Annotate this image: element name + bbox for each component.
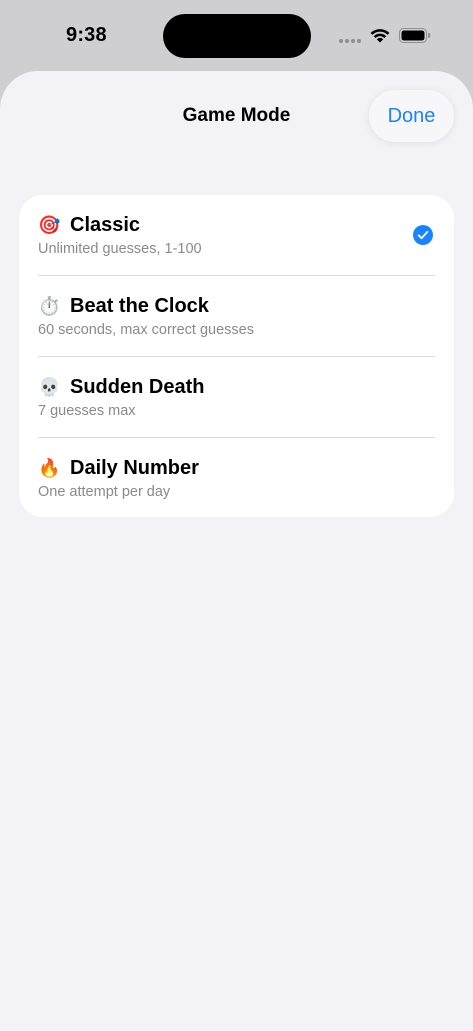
done-button[interactable]: Done bbox=[369, 90, 454, 142]
mode-title: Classic bbox=[70, 213, 141, 236]
dynamic-island bbox=[163, 14, 311, 58]
mode-subtitle: One attempt per day bbox=[38, 484, 171, 500]
dart-target-icon: 🎯 bbox=[38, 214, 61, 236]
mode-title: Daily Number bbox=[70, 456, 199, 479]
game-mode-sheet: Game Mode Done 🎯 Classic Unlimited guess… bbox=[0, 71, 473, 1031]
status-time: 9:38 bbox=[66, 24, 107, 46]
mode-subtitle: 7 guesses max bbox=[38, 403, 136, 419]
cellular-signal-icon bbox=[339, 39, 363, 44]
mode-title: Sudden Death bbox=[70, 375, 205, 398]
mode-title: Beat the Clock bbox=[70, 294, 209, 317]
mode-option-daily-number[interactable]: 🔥 Daily Number One attempt per day bbox=[19, 438, 454, 517]
skull-icon: 💀 bbox=[38, 376, 61, 398]
mode-option-classic[interactable]: 🎯 Classic Unlimited guesses, 1-100 bbox=[19, 195, 454, 276]
stopwatch-icon: ⏱️ bbox=[38, 295, 61, 317]
checkmark-selected-icon bbox=[413, 225, 433, 245]
mode-option-sudden-death[interactable]: 💀 Sudden Death 7 guesses max bbox=[19, 357, 454, 438]
battery-icon bbox=[399, 28, 431, 43]
mode-option-beat-the-clock[interactable]: ⏱️ Beat the Clock 60 seconds, max correc… bbox=[19, 276, 454, 357]
mode-subtitle: 60 seconds, max correct guesses bbox=[38, 322, 254, 338]
status-bar: 9:38 bbox=[0, 0, 473, 72]
wifi-icon bbox=[370, 29, 390, 43]
mode-subtitle: Unlimited guesses, 1-100 bbox=[38, 241, 202, 257]
fire-icon: 🔥 bbox=[38, 457, 61, 479]
game-mode-list: 🎯 Classic Unlimited guesses, 1-100 ⏱️ Be… bbox=[19, 195, 454, 517]
